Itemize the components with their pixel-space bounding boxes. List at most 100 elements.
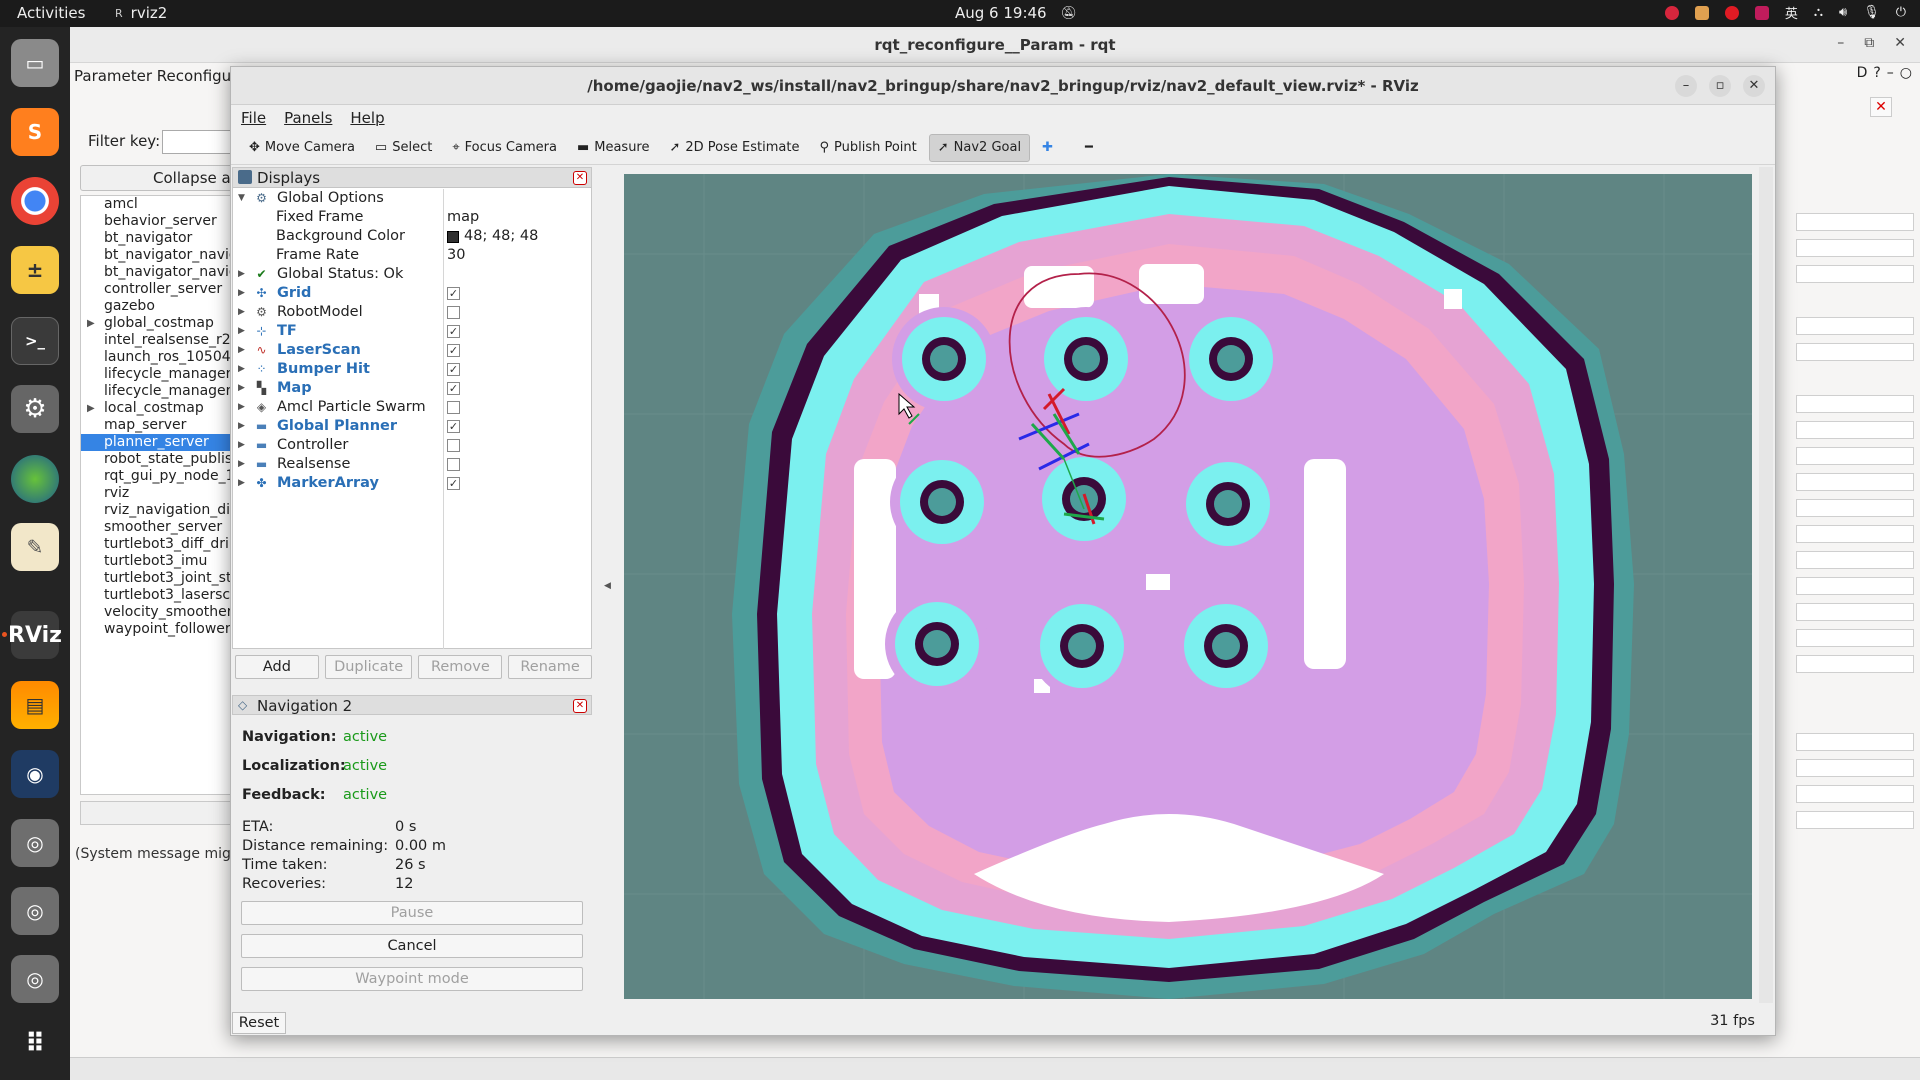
property-value[interactable]: 48; 48; 48 bbox=[447, 227, 538, 246]
add-button[interactable]: Add bbox=[235, 655, 319, 679]
node-list-item[interactable]: controller_server bbox=[81, 281, 249, 298]
settings-icon[interactable]: ⚙ bbox=[11, 385, 59, 433]
node-list-item[interactable]: waypoint_follower bbox=[81, 621, 249, 638]
cancel-button[interactable]: Cancel bbox=[241, 934, 583, 958]
node-list-item[interactable]: lifecycle_manager_ bbox=[81, 383, 249, 400]
minimize-icon[interactable]: – bbox=[1887, 65, 1894, 81]
add-tool-icon[interactable]: ✚ bbox=[1034, 134, 1061, 162]
node-list-item[interactable]: turtlebot3_joint_st bbox=[81, 570, 249, 587]
node-list-item[interactable]: robot_state_publis bbox=[81, 451, 249, 468]
color-swatch[interactable] bbox=[447, 230, 459, 243]
node-list-item[interactable]: intel_realsense_r2 bbox=[81, 332, 249, 349]
do-not-disturb-icon[interactable] bbox=[1724, 5, 1739, 20]
tool-move-camera[interactable]: ✥ Move Camera bbox=[241, 134, 363, 162]
display-row-realsense[interactable]: ▶ ▬ Realsense bbox=[233, 455, 591, 474]
display-row-laserscan[interactable]: ▶ ∿ LaserScan ✓ bbox=[233, 341, 591, 360]
display-checkbox[interactable]: ✓ bbox=[447, 287, 460, 300]
menu-help[interactable]: Help bbox=[350, 105, 384, 131]
waypoint-mode-button[interactable]: Waypoint mode bbox=[241, 967, 583, 991]
node-list-item[interactable]: bt_navigator_navig bbox=[81, 264, 249, 281]
minimize-icon[interactable]: – bbox=[1675, 75, 1697, 97]
app-menu[interactable]: R rviz2 bbox=[115, 4, 167, 22]
node-list-item[interactable]: velocity_smoother bbox=[81, 604, 249, 621]
display-row-tf[interactable]: ▶ ⊹ TF ✓ bbox=[233, 322, 591, 341]
param-field[interactable] bbox=[1796, 473, 1914, 491]
chrome-icon[interactable] bbox=[11, 177, 59, 225]
param-field[interactable] bbox=[1796, 447, 1914, 465]
pause-button[interactable]: Pause bbox=[241, 901, 583, 925]
show-apps-icon[interactable]: ⠿ bbox=[11, 1020, 59, 1068]
display-row-map[interactable]: ▶ ▚ Map ✓ bbox=[233, 379, 591, 398]
node-list-item[interactable]: turtlebot3_lasersca bbox=[81, 587, 249, 604]
column-divider[interactable] bbox=[443, 189, 444, 649]
display-checkbox[interactable]: ✓ bbox=[447, 382, 460, 395]
property-value[interactable]: map bbox=[447, 208, 479, 227]
input-method-icon[interactable]: 英 bbox=[1785, 3, 1798, 22]
expand-arrow-icon[interactable]: ▶ bbox=[87, 315, 95, 332]
volume-icon[interactable]: 🔊︎ bbox=[1839, 5, 1847, 20]
display-checkbox[interactable]: ✓ bbox=[447, 477, 460, 490]
param-field[interactable] bbox=[1796, 239, 1914, 257]
minimize-icon[interactable]: – bbox=[1837, 35, 1844, 51]
param-field[interactable] bbox=[1796, 421, 1914, 439]
expand-arrow-icon[interactable]: ▶ bbox=[238, 455, 245, 474]
power-icon[interactable]: ⏻ bbox=[1896, 5, 1906, 20]
clock[interactable]: Aug 6 19:46 🔕︎ bbox=[955, 4, 1077, 22]
param-field[interactable] bbox=[1796, 603, 1914, 621]
param-field[interactable] bbox=[1796, 551, 1914, 569]
close-icon[interactable]: ○ bbox=[1900, 65, 1912, 81]
param-field[interactable] bbox=[1796, 213, 1914, 231]
horizontal-scrollbar[interactable] bbox=[80, 801, 250, 825]
maximize-icon[interactable]: ▫ bbox=[1709, 75, 1731, 97]
node-list-item[interactable]: rviz bbox=[81, 485, 249, 502]
display-row-amcl-particle-swarm[interactable]: ▶ ◈ Amcl Particle Swarm bbox=[233, 398, 591, 417]
node-list-item[interactable]: gazebo bbox=[81, 298, 249, 315]
property-value[interactable]: 30 bbox=[447, 246, 465, 265]
collapse-arrow-icon[interactable]: ▼ bbox=[238, 189, 245, 208]
tool-focus-camera[interactable]: ⌖ Focus Camera bbox=[444, 134, 565, 162]
sublime-text-icon[interactable]: S bbox=[11, 108, 59, 156]
node-list-item[interactable]: turtlebot3_imu bbox=[81, 553, 249, 570]
remove-tool-icon[interactable]: ━ bbox=[1077, 134, 1101, 162]
disk-icon[interactable]: ◎ bbox=[11, 887, 59, 935]
close-panel-icon[interactable]: ✕ bbox=[573, 171, 587, 185]
reset-button[interactable]: Reset bbox=[232, 1012, 286, 1034]
expand-arrow-icon[interactable]: ▶ bbox=[238, 341, 245, 360]
node-list-item[interactable]: bt_navigator_navig bbox=[81, 247, 249, 264]
expand-arrow-icon[interactable]: ▶ bbox=[238, 436, 245, 455]
node-list-item[interactable]: lifecycle_manager_ bbox=[81, 366, 249, 383]
node-list-item[interactable]: rqt_gui_py_node_1 bbox=[81, 468, 249, 485]
expand-arrow-icon[interactable]: ▶ bbox=[238, 360, 245, 379]
param-field[interactable] bbox=[1796, 577, 1914, 595]
node-list-item[interactable]: rviz_navigation_dia bbox=[81, 502, 249, 519]
param-field[interactable] bbox=[1796, 811, 1914, 829]
help-icon[interactable]: ? bbox=[1873, 65, 1880, 81]
display-checkbox[interactable] bbox=[447, 458, 460, 471]
collapse-left-handle[interactable]: ◀ bbox=[604, 581, 611, 591]
display-checkbox[interactable]: ✓ bbox=[447, 420, 460, 433]
record-icon[interactable] bbox=[1664, 5, 1679, 20]
rename-button[interactable]: Rename bbox=[508, 655, 592, 679]
render-viewport[interactable] bbox=[624, 174, 1752, 999]
display-row-markerarray[interactable]: ▶ ✤ MarkerArray ✓ bbox=[233, 474, 591, 493]
close-icon[interactable]: ✕ bbox=[1743, 75, 1765, 97]
global-options-row[interactable]: ▼ ⚙ Global Options bbox=[233, 189, 591, 208]
param-field[interactable] bbox=[1796, 733, 1914, 751]
display-checkbox[interactable]: ✓ bbox=[447, 325, 460, 338]
expand-arrow-icon[interactable]: ▶ bbox=[87, 400, 95, 417]
duplicate-button[interactable]: Duplicate bbox=[324, 655, 413, 679]
expand-arrow-icon[interactable]: ▶ bbox=[238, 322, 245, 341]
disk-icon[interactable]: ◎ bbox=[11, 955, 59, 1003]
terminal-icon[interactable]: >_ bbox=[11, 317, 59, 365]
param-field[interactable] bbox=[1796, 655, 1914, 673]
node-list-item[interactable]: ▶ global_costmap bbox=[81, 315, 249, 332]
plugin-config-icon[interactable]: D bbox=[1857, 65, 1868, 81]
tool-publish-point[interactable]: ⚲ Publish Point bbox=[811, 134, 924, 162]
screen-record-icon[interactable] bbox=[1754, 5, 1769, 20]
expand-arrow-icon[interactable]: ▶ bbox=[238, 284, 245, 303]
display-checkbox[interactable] bbox=[447, 439, 460, 452]
node-list-item[interactable]: launch_ros_105044 bbox=[81, 349, 249, 366]
rviz-icon[interactable]: RViz bbox=[8, 611, 62, 659]
property-row[interactable]: Frame Rate 30 bbox=[233, 246, 591, 265]
display-row-controller[interactable]: ▶ ▬ Controller bbox=[233, 436, 591, 455]
